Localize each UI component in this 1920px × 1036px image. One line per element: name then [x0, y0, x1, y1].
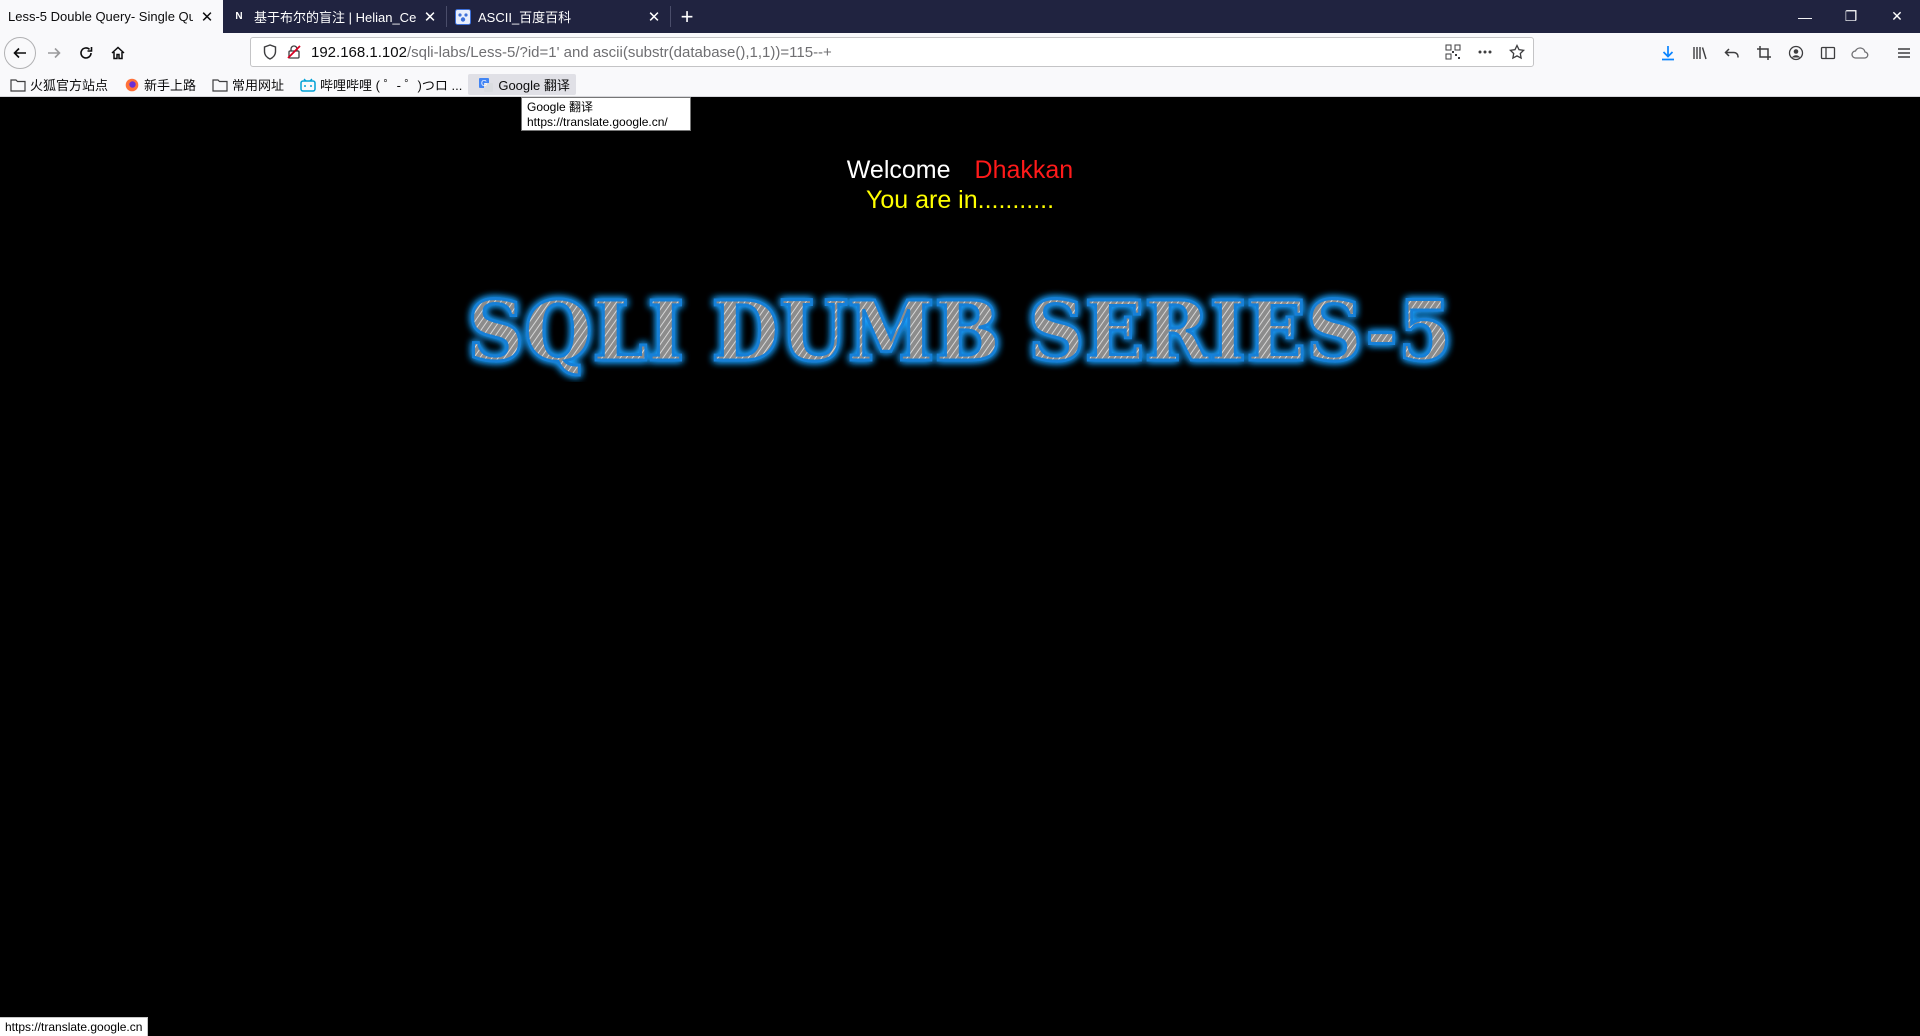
bookmark-star-icon[interactable]: [1501, 44, 1533, 60]
page-content: Welcome Dhakkan You are in........... SQL…: [0, 97, 1920, 1036]
back-button[interactable]: [4, 37, 36, 69]
username-text: Dhakkan: [974, 156, 1074, 184]
tab-title: ASCII_百度百科: [478, 10, 572, 25]
baidu-icon: [455, 8, 471, 25]
qr-code-icon[interactable]: [1437, 44, 1469, 60]
download-icon[interactable]: [1652, 37, 1684, 69]
n-favicon-icon: N: [235, 11, 243, 22]
bookmark-label: 火狐官方站点: [30, 78, 109, 93]
url-text[interactable]: 192.168.1.102/sqli-labs/Less-5/?id=1' an…: [311, 44, 1437, 61]
minimize-icon[interactable]: —: [1782, 0, 1828, 33]
tooltip-url: https://translate.google.cn/: [527, 115, 668, 129]
bookmark-google-translate[interactable]: G Google 翻译: [468, 74, 576, 95]
bookmark-common-sites[interactable]: 常用网址: [202, 74, 290, 95]
tab-strip: Less-5 Double Query- Single Quotes ✕ N 基…: [0, 0, 1920, 33]
login-status-text: You are in...........: [865, 186, 1055, 214]
bilibili-icon: [300, 77, 316, 93]
bookmark-label: 常用网址: [232, 78, 285, 93]
firefox-icon: [124, 77, 140, 93]
series-title-banner: SQLI DUMB SERIES-5: [466, 283, 1454, 382]
url-path: /sqli-labs/Less-5/?id=1' and ascii(subst…: [406, 43, 832, 61]
tab-title: Less-5 Double Query- Single Quotes: [8, 9, 193, 24]
bookmark-label: Google 翻译: [498, 78, 570, 93]
window-controls: — ❐ ✕: [1782, 0, 1920, 33]
page-actions-icon[interactable]: [1469, 44, 1501, 60]
bookmark-tooltip: Google 翻译 https://translate.google.cn/: [521, 97, 691, 131]
new-tab-button[interactable]: +: [671, 0, 703, 33]
bookmark-label: 哔哩哔哩 ( ゜- ゜)つロ ...: [320, 78, 463, 93]
tooltip-title: Google 翻译: [527, 100, 594, 114]
account-icon[interactable]: [1780, 37, 1812, 69]
status-url-bar: https://translate.google.cn: [0, 1017, 149, 1036]
welcome-text: Welcome: [846, 156, 951, 184]
tab-less-5[interactable]: Less-5 Double Query- Single Quotes ✕: [0, 0, 223, 33]
restore-icon[interactable]: ❐: [1828, 0, 1874, 33]
undo-icon[interactable]: [1716, 37, 1748, 69]
tab-ascii-baike[interactable]: ASCII_百度百科 ✕: [447, 0, 670, 33]
bookmark-bilibili[interactable]: 哔哩哔哩 ( ゜- ゜)つロ ...: [290, 74, 468, 95]
shield-icon[interactable]: [257, 44, 283, 60]
insecure-lock-icon[interactable]: [283, 44, 305, 60]
menu-icon[interactable]: [1888, 37, 1920, 69]
google-translate-icon: G: [478, 77, 494, 93]
nav-bar: 192.168.1.102/sqli-labs/Less-5/?id=1' an…: [0, 33, 1920, 73]
tab-helian-cell[interactable]: N 基于布尔的盲注 | Helian_Cell ✕: [223, 0, 446, 33]
url-bar[interactable]: 192.168.1.102/sqli-labs/Less-5/?id=1' an…: [250, 37, 1534, 67]
sidebar-icon[interactable]: [1812, 37, 1844, 69]
home-icon: [111, 46, 125, 60]
url-host: 192.168.1.102: [311, 43, 407, 61]
reload-button[interactable]: [70, 37, 102, 69]
close-icon[interactable]: ✕: [422, 9, 438, 26]
bookmarks-toolbar: 火狐官方站点 新手上路 常用网址 哔哩哔哩 ( ゜- ゜)つロ ... G Go…: [0, 73, 1920, 97]
bookmark-label: 新手上路: [144, 78, 197, 93]
forward-button[interactable]: [38, 37, 70, 69]
folder-icon: [10, 77, 26, 93]
folder-icon: [212, 77, 228, 93]
forward-arrow-icon: [48, 47, 61, 59]
bookmark-getting-started[interactable]: 新手上路: [114, 74, 202, 95]
close-icon[interactable]: ✕: [646, 9, 662, 26]
close-window-icon[interactable]: ✕: [1874, 0, 1920, 33]
svg-text:G: G: [481, 79, 487, 88]
welcome-line: Welcome Dhakkan: [0, 156, 1920, 185]
screenshot-crop-icon[interactable]: [1748, 37, 1780, 69]
bookmark-firefox-official[interactable]: 火狐官方站点: [0, 74, 114, 95]
tab-title: 基于布尔的盲注 | Helian_Cell: [254, 10, 416, 25]
close-icon[interactable]: ✕: [199, 9, 215, 26]
back-arrow-icon: [13, 47, 26, 59]
series-title-text: SQLI DUMB SERIES-5: [468, 284, 1453, 380]
sync-cloud-icon[interactable]: [1844, 37, 1876, 69]
reload-icon: [80, 47, 93, 59]
home-button[interactable]: [102, 37, 134, 69]
toolbar-right: [1652, 33, 1920, 73]
library-icon[interactable]: [1684, 37, 1716, 69]
